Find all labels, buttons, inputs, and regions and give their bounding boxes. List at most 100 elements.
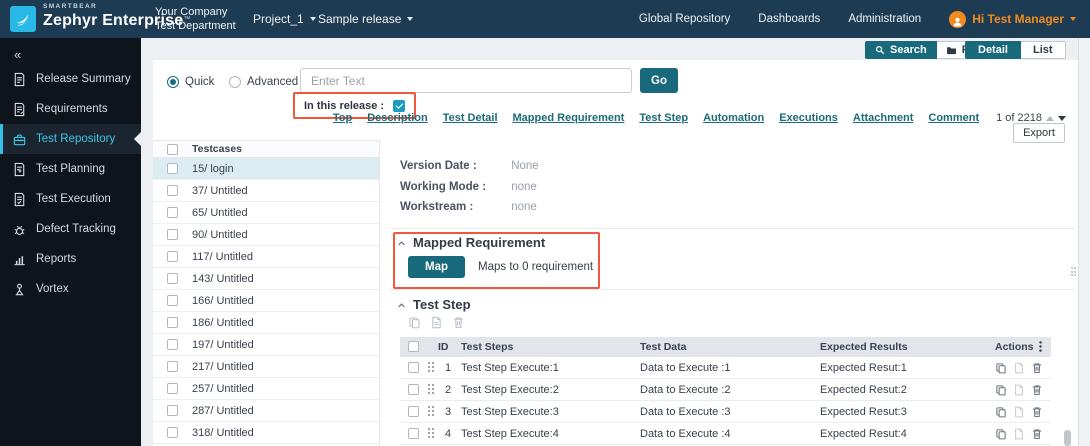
- panel-resize-handle[interactable]: [1070, 267, 1076, 276]
- search-text-input[interactable]: [300, 68, 632, 93]
- test-step-row[interactable]: 1 Test Step Execute:1 Data to Execute :1…: [400, 357, 1051, 379]
- testcase-row[interactable]: 65/ Untitled: [153, 202, 379, 224]
- drag-handle-icon[interactable]: [428, 428, 434, 438]
- delete-step-icon[interactable]: [1031, 428, 1043, 440]
- drag-handle-icon[interactable]: [428, 384, 434, 394]
- link-test-step[interactable]: Test Step: [639, 112, 688, 124]
- copy-steps-icon[interactable]: [408, 316, 421, 329]
- testcase-row[interactable]: 186/ Untitled: [153, 312, 379, 334]
- select-all-steps-checkbox[interactable]: [408, 341, 419, 352]
- step-checkbox[interactable]: [408, 428, 419, 439]
- testcase-list: Testcases 15/ login 37/ Untitled 65/ Unt…: [153, 140, 380, 446]
- testcase-row[interactable]: 117/ Untitled: [153, 246, 379, 268]
- sidebar-item-defect-tracking[interactable]: Defect Tracking: [0, 214, 141, 244]
- in-this-release-checkbox[interactable]: [393, 99, 406, 112]
- detail-scrollbar-thumb[interactable]: [1064, 430, 1071, 446]
- test-step-row[interactable]: 2 Test Step Execute:2 Data to Execute :2…: [400, 379, 1051, 401]
- export-button[interactable]: Export: [1013, 123, 1065, 143]
- link-top[interactable]: Top: [333, 112, 352, 124]
- row-checkbox[interactable]: [167, 251, 178, 262]
- paste-steps-icon[interactable]: [430, 316, 443, 329]
- advanced-radio[interactable]: Advanced: [229, 76, 298, 88]
- testcase-row[interactable]: 166/ Untitled: [153, 290, 379, 312]
- detail-tab[interactable]: Detail: [965, 41, 1021, 59]
- attach-step-icon[interactable]: [1013, 362, 1025, 374]
- drag-handle-icon[interactable]: [428, 362, 434, 372]
- copy-step-icon[interactable]: [995, 428, 1007, 440]
- testcase-row[interactable]: 287/ Untitled: [153, 400, 379, 422]
- testcase-row[interactable]: 15/ login: [153, 158, 379, 180]
- testcase-row[interactable]: 143/ Untitled: [153, 268, 379, 290]
- release-dropdown[interactable]: Sample release: [318, 0, 414, 38]
- previous-testcase-icon[interactable]: [1046, 115, 1054, 121]
- drag-handle-icon[interactable]: [428, 406, 434, 416]
- zephyr-logo[interactable]: [10, 6, 36, 32]
- step-checkbox[interactable]: [408, 384, 419, 395]
- row-checkbox[interactable]: [167, 383, 178, 394]
- step-result: Expected Resut:1: [820, 362, 907, 374]
- testcase-row[interactable]: 217/ Untitled: [153, 356, 379, 378]
- row-checkbox[interactable]: [167, 361, 178, 372]
- list-tab[interactable]: List: [1020, 41, 1066, 59]
- attach-step-icon[interactable]: [1013, 428, 1025, 440]
- row-checkbox[interactable]: [167, 185, 178, 196]
- row-checkbox[interactable]: [167, 339, 178, 350]
- link-description[interactable]: Description: [367, 112, 428, 124]
- link-test-detail[interactable]: Test Detail: [443, 112, 498, 124]
- select-all-checkbox[interactable]: [167, 143, 178, 155]
- user-menu[interactable]: Hi Test Manager: [949, 10, 1076, 28]
- project-dropdown[interactable]: Project_1: [253, 0, 316, 38]
- row-checkbox[interactable]: [167, 405, 178, 416]
- link-automation[interactable]: Automation: [703, 112, 764, 124]
- link-mapped-requirement[interactable]: Mapped Requirement: [513, 112, 625, 124]
- link-comment[interactable]: Comment: [928, 112, 979, 124]
- collapse-test-step-icon[interactable]: [397, 301, 406, 310]
- test-step-row[interactable]: 4 Test Step Execute:4 Data to Execute :4…: [400, 423, 1051, 445]
- nav-dashboards[interactable]: Dashboards: [758, 13, 820, 25]
- testcase-row[interactable]: 37/ Untitled: [153, 180, 379, 202]
- delete-step-icon[interactable]: [1031, 362, 1043, 374]
- map-button[interactable]: Map: [408, 256, 465, 278]
- sidebar-item-release-summary[interactable]: Release Summary: [0, 64, 141, 94]
- attach-step-icon[interactable]: [1013, 406, 1025, 418]
- copy-step-icon[interactable]: [995, 406, 1007, 418]
- delete-steps-icon[interactable]: [452, 316, 465, 329]
- sidebar-item-test-planning[interactable]: Test Planning: [0, 154, 141, 184]
- collapse-mapped-requirement-icon[interactable]: [397, 239, 406, 248]
- row-checkbox[interactable]: [167, 163, 178, 174]
- next-testcase-icon[interactable]: [1058, 115, 1066, 121]
- delete-step-icon[interactable]: [1031, 384, 1043, 396]
- delete-step-icon[interactable]: [1031, 406, 1043, 418]
- attach-step-icon[interactable]: [1013, 384, 1025, 396]
- sidebar-item-reports[interactable]: Reports: [0, 244, 141, 274]
- testcase-row[interactable]: 257/ Untitled: [153, 378, 379, 400]
- link-attachment[interactable]: Attachment: [853, 112, 914, 124]
- page-scrollbar[interactable]: [1078, 38, 1090, 446]
- testcase-row[interactable]: 318/ Untitled: [153, 422, 379, 444]
- sidebar-collapse-button[interactable]: «: [0, 38, 30, 62]
- sidebar-item-test-execution[interactable]: Test Execution: [0, 184, 141, 214]
- row-checkbox[interactable]: [167, 273, 178, 284]
- nav-administration[interactable]: Administration: [848, 13, 921, 25]
- step-checkbox[interactable]: [408, 406, 419, 417]
- table-options-kebab-icon[interactable]: [1034, 340, 1047, 353]
- row-checkbox[interactable]: [167, 207, 178, 218]
- testcase-row[interactable]: 90/ Untitled: [153, 224, 379, 246]
- copy-step-icon[interactable]: [995, 384, 1007, 396]
- nav-global-repository[interactable]: Global Repository: [639, 13, 730, 25]
- quick-radio[interactable]: Quick: [167, 76, 214, 88]
- link-executions[interactable]: Executions: [779, 112, 838, 124]
- row-checkbox[interactable]: [167, 229, 178, 240]
- row-checkbox[interactable]: [167, 295, 178, 306]
- test-step-row[interactable]: 3 Test Step Execute:3 Data to Execute :3…: [400, 401, 1051, 423]
- testcase-row[interactable]: 197/ Untitled: [153, 334, 379, 356]
- go-button[interactable]: Go: [640, 68, 678, 93]
- copy-step-icon[interactable]: [995, 362, 1007, 374]
- sidebar-item-requirements[interactable]: Requirements: [0, 94, 141, 124]
- sidebar-item-vortex[interactable]: Vortex: [0, 274, 141, 304]
- step-checkbox[interactable]: [408, 362, 419, 373]
- search-button[interactable]: Search: [865, 41, 937, 59]
- row-checkbox[interactable]: [167, 317, 178, 328]
- row-checkbox[interactable]: [167, 427, 178, 438]
- sidebar-item-test-repository[interactable]: Test Repository: [0, 124, 141, 154]
